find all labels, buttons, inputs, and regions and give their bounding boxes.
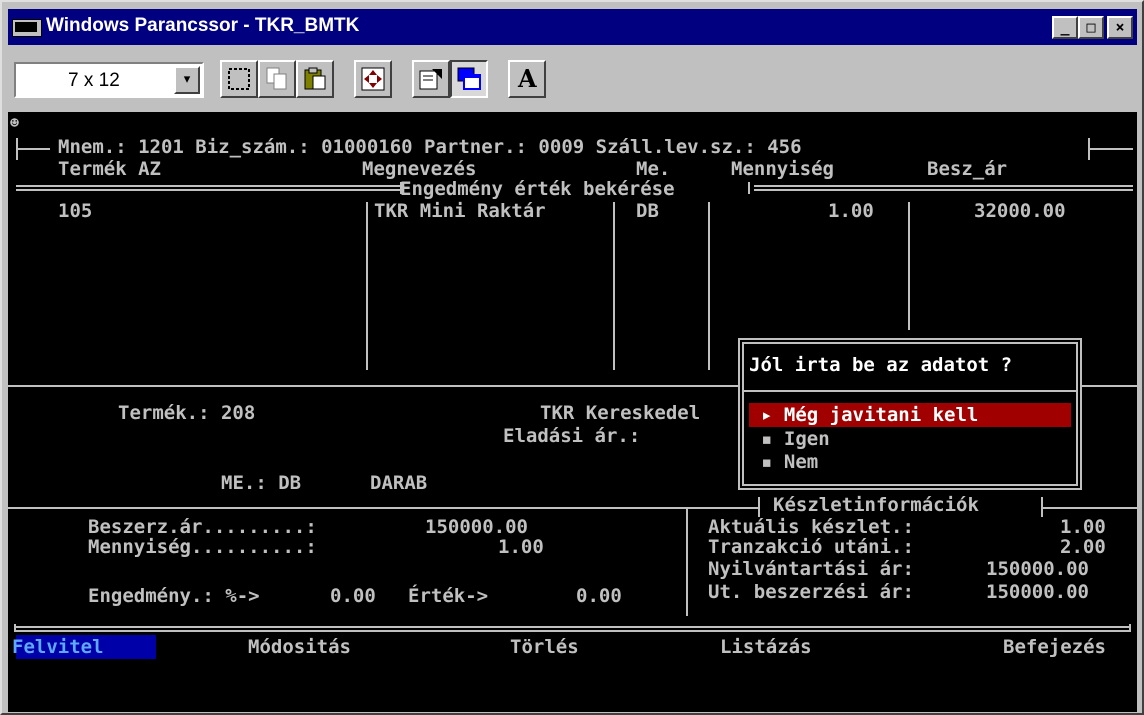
dialog-question: Jól irta be az adatot ? xyxy=(749,354,1013,376)
detail-name: TKR Kereskedel xyxy=(540,402,701,424)
background-button[interactable] xyxy=(450,60,488,98)
properties-icon xyxy=(419,69,442,90)
panel-rule xyxy=(1041,507,1137,509)
row-megnevezes: TKR Mini Raktár xyxy=(374,200,546,222)
menu-torles[interactable]: Törlés xyxy=(510,636,579,658)
paste-icon xyxy=(304,67,326,90)
menu-felvitel[interactable]: Felvitel xyxy=(12,636,104,658)
column-megnevezes: Megnevezés xyxy=(362,158,477,180)
stock-aktualis-value: 1.00 xyxy=(1060,516,1106,538)
ertek-label: Érték-> xyxy=(408,585,489,607)
maximize-button[interactable]: □ xyxy=(1078,16,1104,39)
stock-tranzakcio-label: Tranzakció utáni.: xyxy=(708,536,914,558)
window-title: Windows Parancssor - TKR_BMTK xyxy=(46,15,360,36)
toolbar: 7 x 12 ▾ A xyxy=(8,50,1137,108)
dialog-rule xyxy=(742,390,1078,392)
column-termek-az: Termék AZ xyxy=(58,158,161,180)
background-icon xyxy=(457,67,481,90)
bottom-rule xyxy=(14,626,1131,632)
minimize-button[interactable]: _ xyxy=(1052,16,1078,39)
header-rule xyxy=(16,148,50,150)
document-header: Mnem.: 1201 Biz_szám.: 01000160 Partner.… xyxy=(58,136,802,158)
section-rule xyxy=(754,185,1133,191)
column-divider xyxy=(613,202,615,370)
section-rule xyxy=(16,185,400,191)
menu-listazas[interactable]: Listázás xyxy=(720,636,812,658)
console-app-icon[interactable] xyxy=(12,19,42,37)
mennyiseg-label: Mennyiség..........: xyxy=(88,536,317,558)
panel-rule xyxy=(8,507,758,509)
panel-rule xyxy=(8,385,743,387)
dialog-option-javitani[interactable]: ▸ Még javitani kell xyxy=(761,404,978,426)
font-size-select[interactable]: 7 x 12 ▾ xyxy=(14,62,204,98)
chevron-down-icon[interactable]: ▾ xyxy=(174,66,200,94)
title-bar[interactable]: Windows Parancssor - TKR_BMTK _ □ × xyxy=(8,9,1137,45)
dialog-option-igen[interactable]: ▪ Igen xyxy=(761,428,830,450)
font-icon: A xyxy=(518,64,537,93)
column-divider xyxy=(708,202,710,370)
stock-title: Készletinformációk xyxy=(773,494,979,516)
stock-utolso-label: Ut. beszerzési ár: xyxy=(708,581,914,603)
detail-me-value: DARAB xyxy=(370,472,428,494)
header-rule xyxy=(1088,148,1133,150)
console-area[interactable]: ☻ Mnem.: 1201 Biz_szám.: 01000160 Partne… xyxy=(8,112,1137,712)
section-rule xyxy=(400,182,402,194)
stock-aktualis-label: Aktuális készlet.: xyxy=(708,516,914,538)
detail-me: ME.: DB xyxy=(221,472,302,494)
column-mennyiseg: Mennyiség xyxy=(731,158,834,180)
stock-tranzakcio-value: 2.00 xyxy=(1060,536,1106,558)
row-besz-ar: 32000.00 xyxy=(974,200,1066,222)
stock-nyilvantartasi-value: 150000.00 xyxy=(986,558,1089,580)
mark-button[interactable] xyxy=(220,60,258,98)
copy-icon xyxy=(266,67,287,90)
mennyiseg-value: 1.00 xyxy=(498,536,544,558)
close-button[interactable]: × xyxy=(1107,16,1133,39)
font-button[interactable]: A xyxy=(508,60,546,98)
paste-button[interactable] xyxy=(296,60,334,98)
detail-eladasi-ar: Eladási ár.: xyxy=(503,425,641,447)
row-me: DB xyxy=(636,200,659,222)
fullscreen-button[interactable] xyxy=(354,60,392,98)
console-window: Windows Parancssor - TKR_BMTK _ □ × 7 x … xyxy=(0,0,1144,715)
section-title: Engedmény érték bekérése xyxy=(400,178,675,200)
panel-rule xyxy=(1080,385,1137,387)
dialog-option-nem[interactable]: ▪ Nem xyxy=(761,451,818,473)
column-divider xyxy=(366,202,368,370)
bottom-rule xyxy=(1129,624,1131,632)
menu-befejezes[interactable]: Befejezés xyxy=(1003,636,1106,658)
row-termek: 105 xyxy=(58,200,93,222)
column-besz-ar: Besz_ár xyxy=(927,158,1008,180)
stock-utolso-value: 150000.00 xyxy=(986,581,1089,603)
copy-button[interactable] xyxy=(258,60,296,98)
panel-rule xyxy=(758,497,760,517)
header-rule xyxy=(1088,138,1090,160)
header-rule xyxy=(16,138,18,160)
beszerz-ar-value: 150000.00 xyxy=(425,516,528,538)
ertek-field[interactable]: 0.00 xyxy=(576,585,622,607)
font-size-value: 7 x 12 xyxy=(68,70,120,91)
properties-button[interactable] xyxy=(412,60,450,98)
engedmeny-pct-field[interactable]: 0.00 xyxy=(330,585,376,607)
column-divider xyxy=(908,202,910,330)
detail-termek: Termék.: 208 xyxy=(118,402,256,424)
fullscreen-icon xyxy=(361,67,385,91)
beszerz-ar-label: Beszerz.ár.........: xyxy=(88,516,317,538)
row-mennyiseg: 1.00 xyxy=(828,200,874,222)
engedmeny-label: Engedmény.: %-> xyxy=(88,585,260,607)
menu-modositas[interactable]: Módositás xyxy=(248,636,351,658)
console-icon: ☻ xyxy=(10,114,20,132)
panel-divider xyxy=(686,508,688,616)
stock-nyilvantartasi-label: Nyilvántartási ár: xyxy=(708,558,914,580)
mark-icon xyxy=(228,68,250,90)
section-rule xyxy=(748,182,750,194)
column-me: Me. xyxy=(636,158,671,180)
